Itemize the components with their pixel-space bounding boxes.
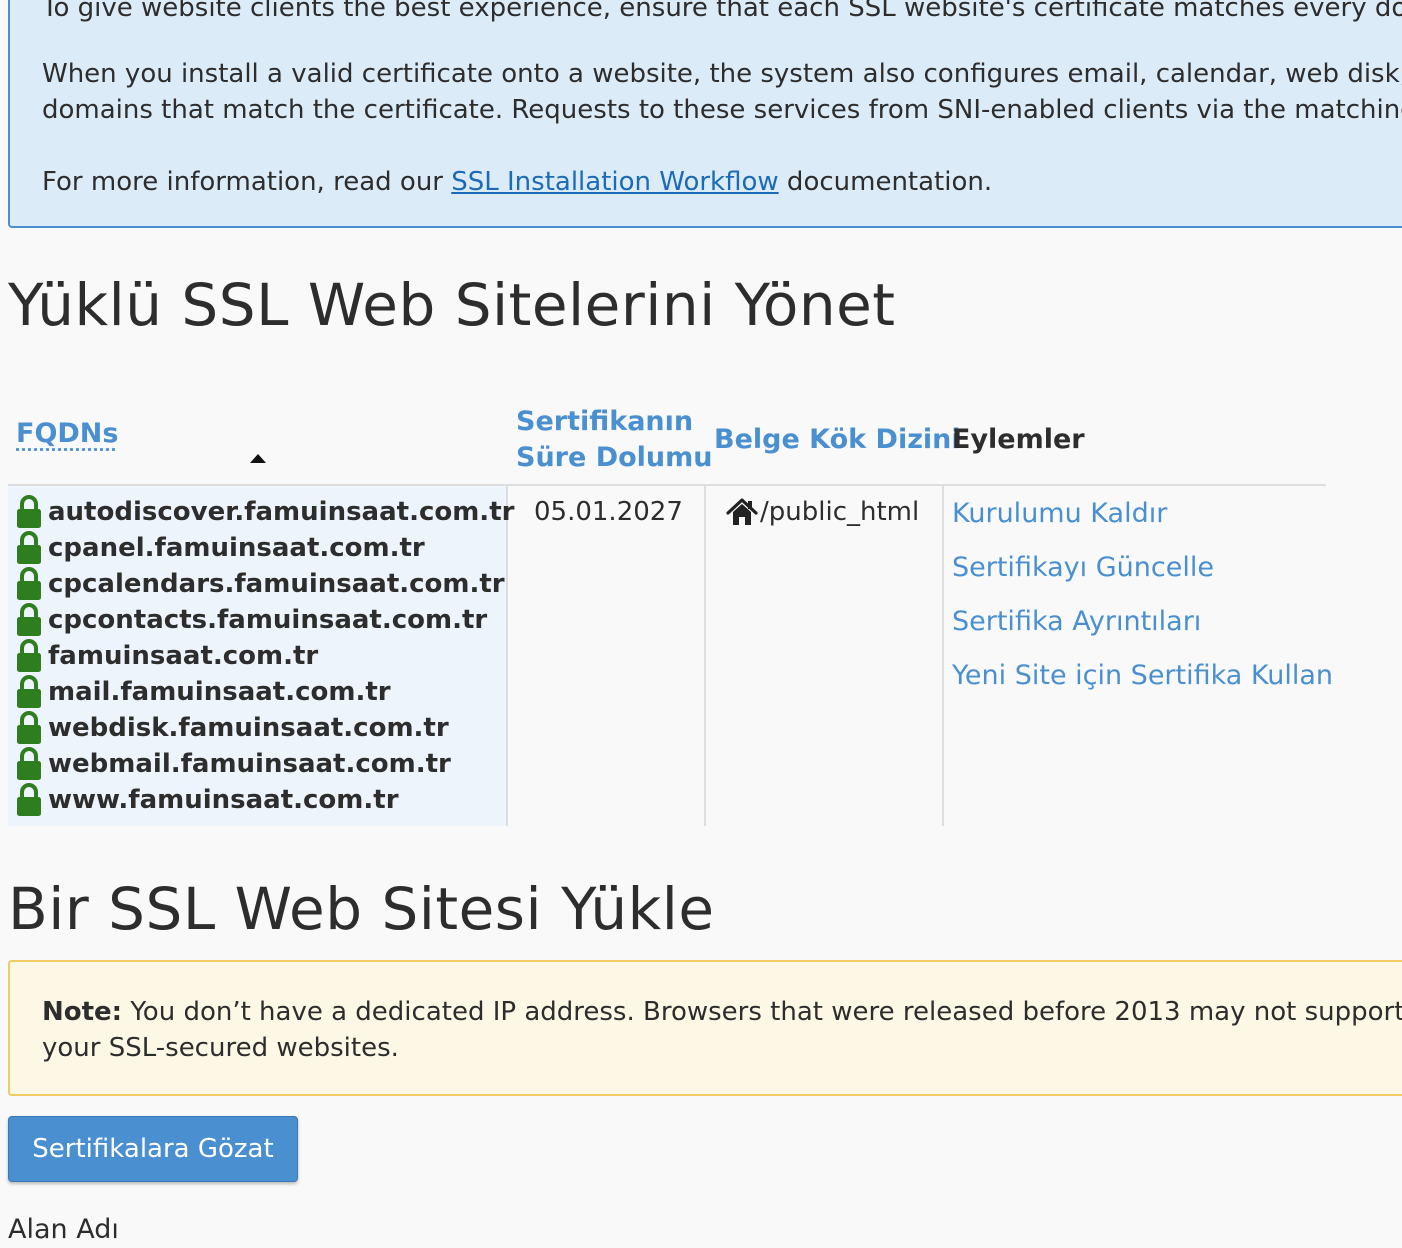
document-root: /public_html	[726, 494, 919, 530]
info-more-suffix: documentation.	[778, 167, 993, 197]
info-more-prefix: For more information, read our	[42, 167, 452, 197]
fqdn-text: cpanel.famuinsaat.com.tr	[48, 533, 425, 563]
use-certificate-new-site-link[interactable]: Yeni Site için Sertifika Kullan	[952, 658, 1333, 694]
fqdn-text: cpcalendars.famuinsaat.com.tr	[48, 569, 505, 599]
info-more-line: For more information, read our SSL Insta…	[42, 164, 992, 200]
lock-icon	[17, 639, 41, 672]
note-text: You don’t have a dedicated IP address. B…	[122, 997, 1402, 1027]
fqdn-row: famuinsaat.com.tr	[16, 638, 318, 674]
column-divider	[704, 486, 706, 826]
column-header-actions: Eylemler	[952, 424, 1085, 455]
fqdn-text: mail.famuinsaat.com.tr	[48, 677, 391, 707]
fqdn-row: cpcontacts.famuinsaat.com.tr	[16, 602, 487, 638]
fqdn-row: webdisk.famuinsaat.com.tr	[16, 710, 449, 746]
fqdn-row: mail.famuinsaat.com.tr	[16, 674, 391, 710]
browse-certificates-button[interactable]: Sertifikalara Gözat	[8, 1116, 298, 1182]
fqdn-text: autodiscover.famuinsaat.com.tr	[48, 497, 515, 527]
fqdn-row: cpcalendars.famuinsaat.com.tr	[16, 566, 505, 602]
note-line-2: your SSL-secured websites.	[42, 1033, 399, 1063]
document-root-path: /public_html	[760, 497, 920, 527]
lock-icon	[17, 567, 41, 600]
lock-icon	[17, 531, 41, 564]
note-label: Note:	[42, 997, 123, 1027]
lock-icon	[17, 675, 41, 708]
column-header-expiry-line-2: Süre Dolumu	[516, 442, 713, 473]
fqdn-text: famuinsaat.com.tr	[48, 641, 319, 671]
column-header-fqdns[interactable]: FQDNs	[16, 416, 118, 452]
certificate-details-link[interactable]: Sertifika Ayrıntıları	[952, 604, 1201, 640]
column-divider	[506, 486, 508, 826]
info-callout: To give website clients the best experie…	[8, 0, 1402, 228]
ssl-workflow-link[interactable]: SSL Installation Workflow	[451, 167, 778, 197]
sort-ascending-icon[interactable]	[250, 454, 266, 463]
lock-icon	[17, 783, 41, 816]
fqdn-row: autodiscover.famuinsaat.com.tr	[16, 494, 514, 530]
note-callout: Note: You don’t have a dedicated IP addr…	[8, 960, 1402, 1096]
column-header-expiry-line-1: Sertifikanın	[516, 406, 694, 437]
fqdn-text: www.famuinsaat.com.tr	[48, 785, 399, 815]
fqdn-text: cpcontacts.famuinsaat.com.tr	[48, 605, 488, 635]
manage-ssl-title: Yüklü SSL Web Sitelerini Yönet	[8, 271, 896, 339]
lock-icon	[17, 603, 41, 636]
lock-icon	[17, 747, 41, 780]
home-icon	[726, 498, 758, 525]
uninstall-link[interactable]: Kurulumu Kaldır	[952, 496, 1167, 532]
fqdn-row: webmail.famuinsaat.com.tr	[16, 746, 451, 782]
fqdn-text: webmail.famuinsaat.com.tr	[48, 749, 451, 779]
fqdn-row: www.famuinsaat.com.tr	[16, 782, 399, 818]
certificate-expiry: 05.01.2027	[534, 497, 683, 527]
info-text-line-3: domains that match the certificate. Requ…	[42, 95, 1402, 125]
fqdn-text: webdisk.famuinsaat.com.tr	[48, 713, 449, 743]
update-certificate-link[interactable]: Sertifikayı Güncelle	[952, 550, 1214, 586]
info-text-line-2: When you install a valid certificate ont…	[42, 59, 1402, 89]
domain-label: Alan Adı	[8, 1214, 119, 1245]
install-ssl-title: Bir SSL Web Sitesi Yükle	[8, 875, 715, 943]
column-divider	[942, 486, 944, 826]
info-text-line-1: To give website clients the best experie…	[42, 0, 1402, 23]
fqdn-row: cpanel.famuinsaat.com.tr	[16, 530, 425, 566]
note-line-1: Note: You don’t have a dedicated IP addr…	[42, 994, 1402, 1030]
lock-icon	[17, 495, 41, 528]
column-header-expiry[interactable]: Sertifikanın Süre Dolumu	[516, 404, 713, 476]
lock-icon	[17, 711, 41, 744]
column-header-docroot[interactable]: Belge Kök Dizini	[714, 422, 961, 458]
